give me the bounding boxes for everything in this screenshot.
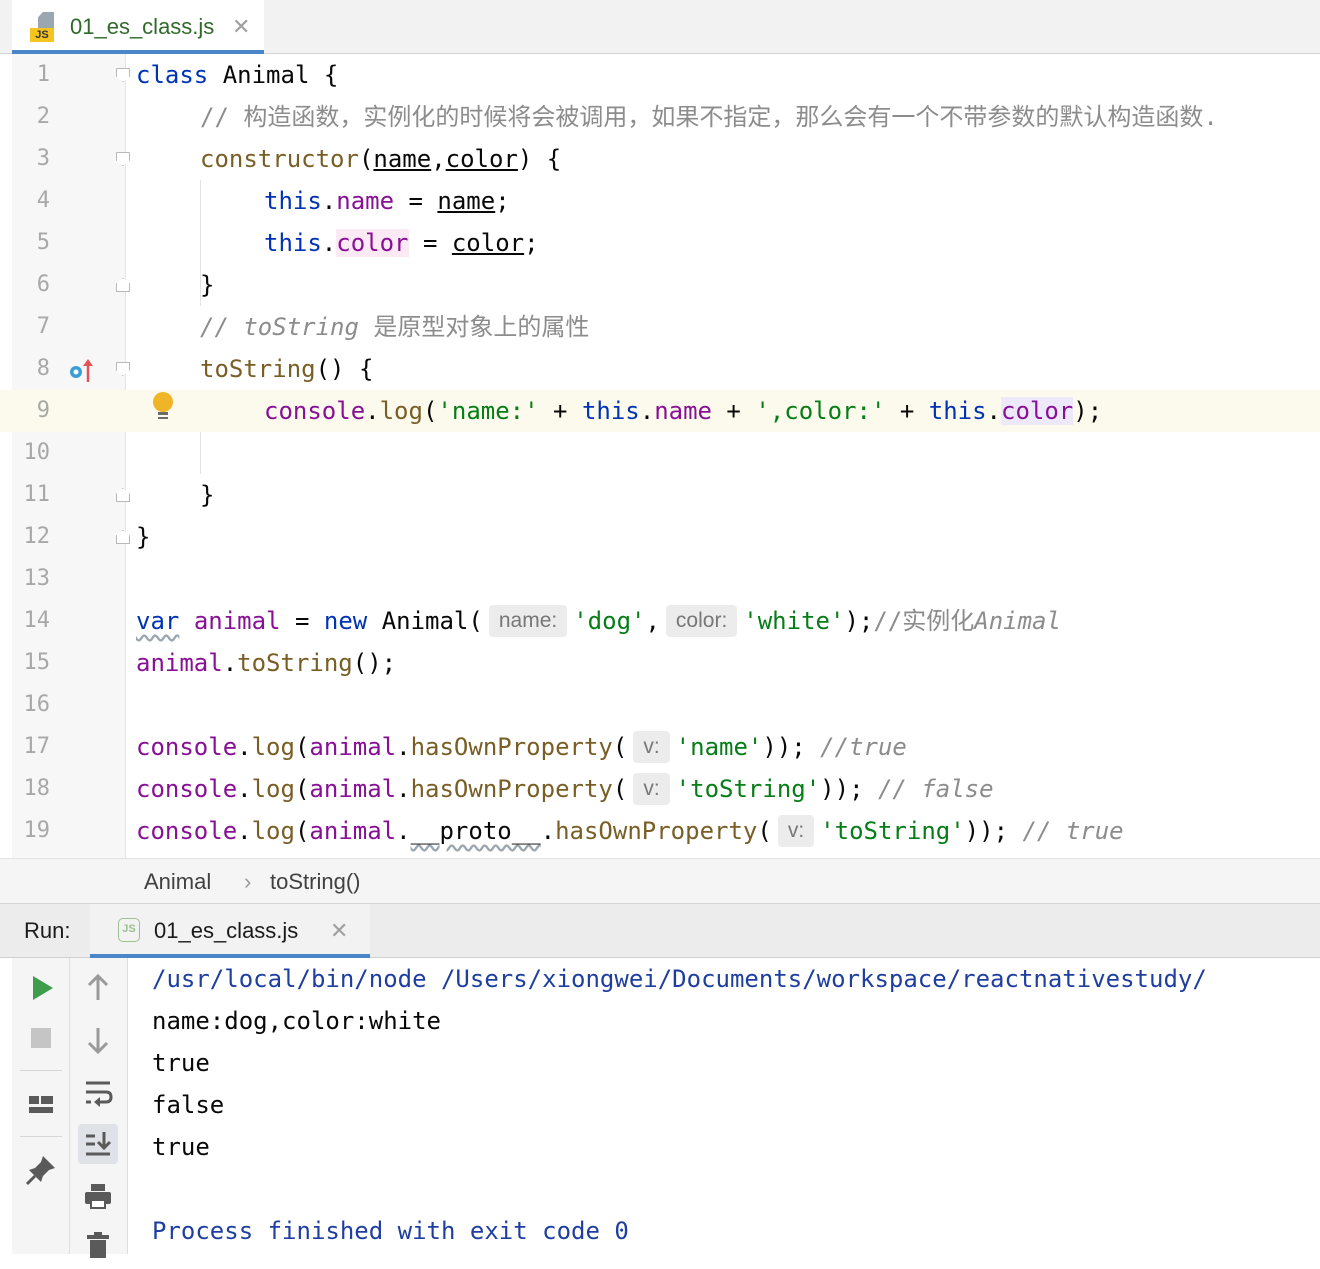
code-line: 11 } — [0, 474, 1320, 516]
down-button[interactable] — [78, 1020, 118, 1060]
trash-icon — [87, 1232, 109, 1258]
breadcrumb-item-method[interactable]: toString() — [270, 869, 360, 895]
close-icon[interactable]: ✕ — [330, 920, 348, 942]
restore-layout-button[interactable] — [21, 1084, 61, 1124]
line-number: 8 — [36, 356, 50, 381]
run-toolbar-secondary — [70, 958, 128, 1258]
line-number: 11 — [23, 482, 51, 507]
stop-icon — [31, 1028, 51, 1048]
pin-icon — [25, 1156, 55, 1186]
fold-icon[interactable] — [116, 278, 130, 292]
line-number: 3 — [36, 146, 50, 171]
code-line: 7 // toString 是原型对象上的属性 — [0, 306, 1320, 348]
play-icon — [33, 976, 53, 1000]
clear-all-button[interactable] — [78, 1224, 118, 1264]
param-hint: v: — [633, 731, 670, 763]
code-line: 14 var animal = new Animal(name:'dog', co… — [0, 600, 1320, 642]
line-number: 1 — [36, 62, 50, 87]
editor-tab-bar: JS 01_es_class.js ✕ — [0, 0, 1320, 54]
line-number: 7 — [36, 314, 50, 339]
code-line-current: 9 console.log('name:' + this.name + ',co… — [0, 390, 1320, 432]
breadcrumb: Animal › toString() — [0, 858, 1320, 904]
line-number: 9 — [36, 398, 50, 423]
line-number: 14 — [23, 608, 51, 633]
line-number: 2 — [36, 104, 50, 129]
fold-icon[interactable] — [116, 488, 130, 502]
overrides-method-icon[interactable] — [68, 358, 98, 384]
nodejs-icon: JS — [118, 918, 140, 942]
fold-icon[interactable] — [116, 530, 130, 544]
line-number: 17 — [23, 734, 51, 759]
line-number: 4 — [36, 188, 50, 213]
code-line: 17 console.log(animal.hasOwnProperty(v: '… — [0, 726, 1320, 768]
line-number: 16 — [23, 692, 51, 717]
stop-button[interactable] — [21, 1018, 61, 1058]
editor-tab-label: 01_es_class.js — [70, 14, 215, 39]
run-tool-window-header: Run: JS 01_es_class.js ✕ — [0, 904, 1320, 958]
scroll-to-end-button[interactable] — [78, 1124, 118, 1164]
breadcrumb-separator: › — [244, 869, 252, 894]
close-icon[interactable]: ✕ — [232, 16, 250, 38]
code-line: 3 constructor(name,color) { — [0, 138, 1320, 180]
code-line: 1 class Animal { — [0, 54, 1320, 96]
console-line: true — [152, 1133, 210, 1161]
print-button[interactable] — [78, 1176, 118, 1216]
lightbulb-icon[interactable] — [152, 392, 174, 420]
breadcrumb-item-class[interactable]: Animal — [144, 869, 211, 895]
line-number: 6 — [36, 272, 50, 297]
fold-icon[interactable] — [116, 362, 130, 376]
line-number: 5 — [36, 230, 50, 255]
arrow-up-icon — [87, 973, 109, 1000]
code-line: 4 this.name = name; — [0, 180, 1320, 222]
soft-wrap-icon — [86, 1081, 113, 1107]
console-output[interactable]: /usr/local/bin/node /Users/xiongwei/Docu… — [152, 958, 1320, 1254]
editor-tab-01-es-class-js[interactable]: JS 01_es_class.js ✕ — [12, 0, 264, 54]
rerun-button[interactable] — [21, 968, 61, 1008]
layout-icon — [29, 1096, 53, 1113]
console-line: name:dog,color:white — [152, 1007, 441, 1035]
param-hint: v: — [633, 773, 670, 805]
line-number: 10 — [23, 440, 51, 465]
soft-wrap-button[interactable] — [78, 1072, 118, 1112]
console-line: false — [152, 1091, 225, 1119]
pin-tab-button[interactable] — [21, 1150, 61, 1190]
scroll-to-end-icon — [86, 1132, 112, 1156]
code-editor[interactable]: 1 class Animal { 2 // 构造函数，实例化的时候将会被调用，如… — [0, 54, 1320, 858]
param-hint: v: — [777, 815, 815, 847]
arrow-down-icon — [87, 1028, 109, 1055]
run-tab-label: 01_es_class.js — [154, 918, 299, 943]
fold-icon[interactable] — [116, 68, 130, 82]
console-line-exit: Process finished with exit code 0 — [152, 1217, 629, 1245]
line-number: 19 — [23, 818, 51, 843]
line-number: 12 — [23, 524, 51, 549]
code-line: 8 toString() { — [0, 348, 1320, 390]
param-hint: name: — [488, 605, 568, 637]
run-tab-01-es-class-js[interactable]: JS 01_es_class.js ✕ — [90, 904, 370, 958]
printer-icon — [85, 1184, 111, 1209]
console-line-command[interactable]: /usr/local/bin/node /Users/xiongwei/Docu… — [152, 958, 1207, 1000]
line-number: 18 — [23, 776, 51, 801]
fold-icon[interactable] — [116, 152, 130, 166]
run-label: Run: — [24, 918, 71, 943]
code-line: 19 console.log(animal.__proto__.hasOwnPr… — [0, 810, 1320, 852]
line-number: 15 — [23, 650, 51, 675]
code-line: 12 } — [0, 516, 1320, 558]
code-line: 10 — [0, 432, 1320, 474]
run-toolbar-primary — [12, 958, 70, 1254]
code-line: 13 — [0, 558, 1320, 600]
code-line: 18 console.log(animal.hasOwnProperty(v: '… — [0, 768, 1320, 810]
js-file-icon: JS — [30, 12, 58, 44]
code-line: 5 this.color = color; — [0, 222, 1320, 264]
param-hint: color: — [665, 605, 738, 637]
code-line: 6 } — [0, 264, 1320, 306]
code-line: 16 — [0, 684, 1320, 726]
code-line: 2 // 构造函数，实例化的时候将会被调用，如果不指定，那么会有一个不带参数的默… — [0, 96, 1320, 138]
code-line: 15 animal.toString(); — [0, 642, 1320, 684]
console-line: true — [152, 1049, 210, 1077]
line-number: 13 — [23, 566, 51, 591]
up-button[interactable] — [78, 968, 118, 1008]
